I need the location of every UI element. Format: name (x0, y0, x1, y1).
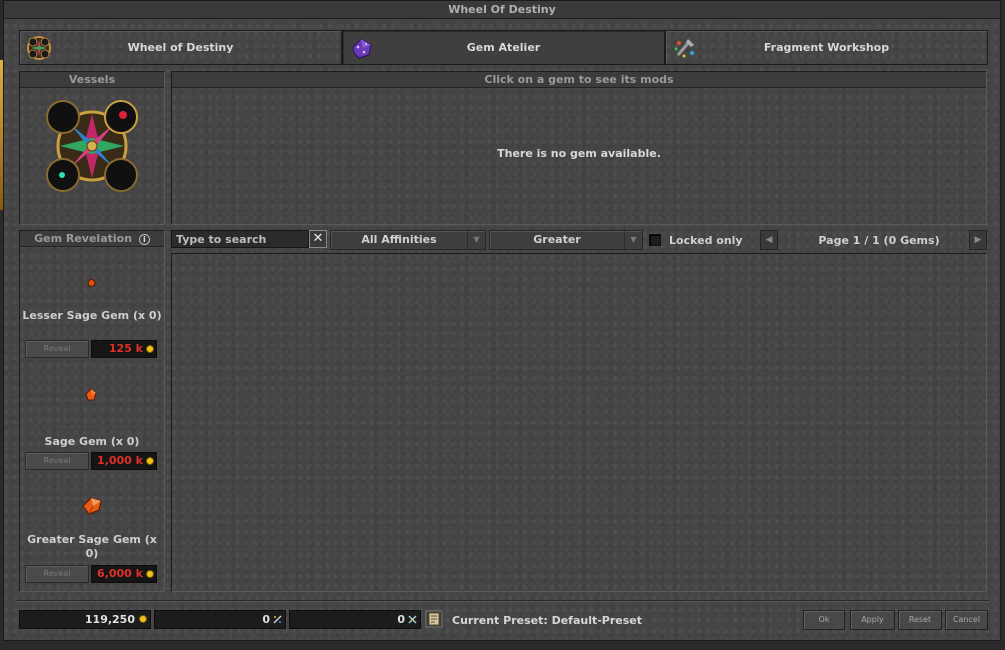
no-gem-message: There is no gem available. (497, 147, 661, 160)
window-title[interactable]: Wheel Of Destiny (4, 1, 1000, 19)
gem-atelier-icon (352, 38, 372, 59)
gold-balance: 119,250 (19, 610, 151, 629)
locked-only-label: Locked only (669, 234, 743, 247)
footer-divider (16, 600, 990, 601)
tab-gem-atelier[interactable]: Gem Atelier (342, 30, 665, 65)
current-preset-label: Current Preset: Default-Preset (452, 614, 643, 627)
fragment-workshop-icon (674, 39, 694, 58)
greater-fragments-balance: 0 (289, 610, 421, 629)
chevron-down-icon: ▼ (624, 231, 642, 249)
tab-label: Wheel of Destiny (127, 41, 234, 54)
cancel-button[interactable]: Cancel (945, 610, 988, 630)
lesser-sage-gem-icon (87, 278, 96, 287)
tab-wheel-of-destiny[interactable]: Wheel of Destiny (19, 30, 342, 65)
sage-price: 1,000 k (91, 452, 157, 470)
greater-fragment-icon (408, 615, 417, 624)
vessels-title: Vessels (20, 72, 164, 88)
affinity-dropdown[interactable]: All Affinities ▼ (330, 230, 486, 250)
wheel-of-destiny-window: Wheel Of Destiny Wheel of Destiny Gem At… (3, 0, 1001, 641)
apply-button[interactable]: Apply (850, 610, 895, 630)
page-indicator: Page 1 / 1 (0 Gems) (818, 234, 940, 247)
gold-coin-icon (146, 457, 154, 465)
greater-price-value: 6,000 k (97, 567, 143, 580)
quality-selected: Greater (533, 233, 581, 246)
tab-fragment-workshop[interactable]: Fragment Workshop (665, 30, 988, 65)
lesser-fragment-icon (273, 615, 282, 624)
lesser-price-value: 125 k (108, 342, 143, 355)
sage-gem-icon (85, 388, 97, 401)
tab-label: Gem Atelier (466, 41, 541, 54)
gold-coin-icon (146, 570, 154, 578)
greater-sage-gem-label: Greater Sage Gem (x 0) (27, 533, 157, 560)
lesser-sage-gem-label: Lesser Sage Gem (x 0) (22, 309, 162, 322)
prev-page-button[interactable]: ◀ (760, 230, 778, 250)
search-input[interactable] (171, 230, 309, 248)
vessels-wheel-icon[interactable] (44, 98, 140, 194)
reveal-sage-button[interactable]: Reveal (25, 452, 89, 470)
sage-gem-label: Sage Gem (x 0) (44, 435, 140, 448)
affinity-selected: All Affinities (361, 233, 437, 246)
gold-amount: 119,250 (84, 613, 135, 626)
vessels-panel: Vessels (19, 71, 165, 225)
reveal-greater-button[interactable]: Reveal (25, 565, 89, 583)
quality-dropdown[interactable]: Greater ▼ (489, 230, 643, 250)
sage-price-value: 1,000 k (97, 454, 143, 467)
greater-price: 6,000 k (91, 565, 157, 583)
gem-revelation-header: Gem Revelation i (20, 231, 164, 247)
reveal-lesser-button[interactable]: Reveal (25, 340, 89, 358)
tab-label: Fragment Workshop (763, 41, 890, 54)
greater-fragments-amount: 0 (397, 613, 405, 626)
gem-details-panel: Click on a gem to see its mods There is … (171, 71, 987, 225)
greater-sage-gem-icon (82, 497, 102, 515)
gem-revelation-panel: Gem Revelation i Lesser Sage Gem (x 0) R… (19, 230, 165, 592)
info-icon[interactable]: i (138, 233, 150, 245)
clear-search-button[interactable]: ✕ (309, 230, 327, 248)
lesser-fragments-amount: 0 (262, 613, 270, 626)
preset-icon[interactable] (425, 610, 443, 628)
gold-coin-icon (139, 615, 147, 623)
gem-details-title: Click on a gem to see its mods (172, 72, 986, 88)
lesser-price: 125 k (91, 340, 157, 358)
wheel-icon (27, 36, 51, 60)
reset-button[interactable]: Reset (898, 610, 942, 630)
gem-list-area[interactable] (171, 253, 987, 592)
gem-revelation-title: Gem Revelation (34, 232, 133, 245)
gold-coin-icon (146, 345, 154, 353)
lesser-fragments-balance: 0 (154, 610, 286, 629)
locked-only-checkbox[interactable] (649, 234, 661, 246)
ok-button[interactable]: Ok (803, 610, 845, 630)
chevron-down-icon: ▼ (467, 231, 485, 249)
next-page-button[interactable]: ▶ (969, 230, 987, 250)
